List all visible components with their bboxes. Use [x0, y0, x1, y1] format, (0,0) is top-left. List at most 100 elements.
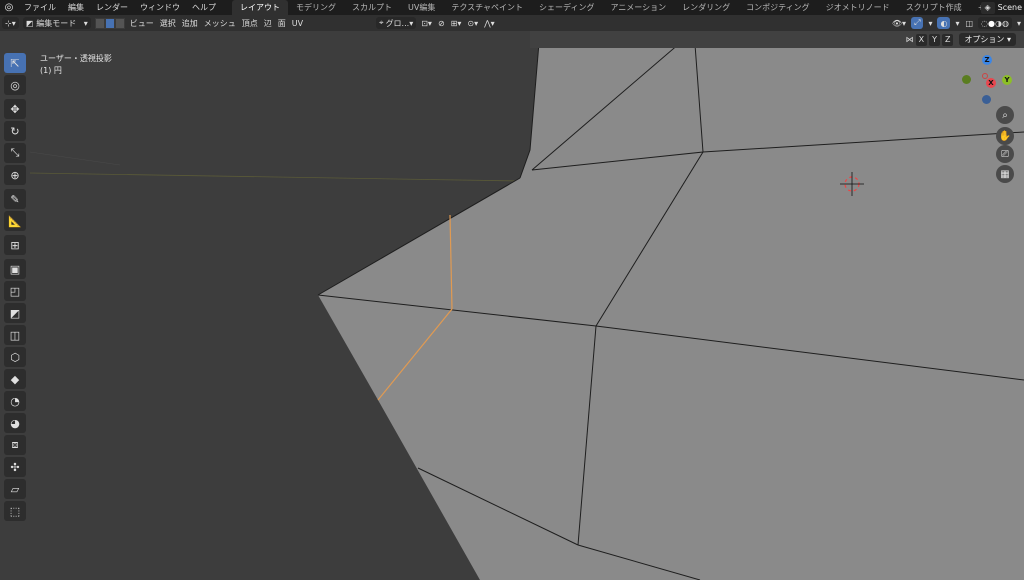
menu-uv[interactable]: UV: [289, 17, 306, 29]
menu-view[interactable]: ビュー: [127, 17, 157, 29]
menu-add[interactable]: 追加: [179, 17, 201, 29]
rip-region-tool-icon[interactable]: ⬚: [4, 501, 26, 521]
shading-buttons: ◌ ● ◑ ◍: [978, 17, 1012, 29]
axis-y-button[interactable]: Y: [929, 33, 940, 46]
move-tool-icon[interactable]: ✥: [4, 99, 26, 119]
vertex-select-button[interactable]: [94, 17, 105, 29]
gizmo-y-axis[interactable]: Y: [1002, 75, 1012, 85]
mesh-face[interactable]: [318, 31, 1024, 580]
perspective-toggle-icon[interactable]: ▦: [996, 165, 1014, 183]
3d-viewport[interactable]: [0, 31, 1024, 580]
chevron-down-icon[interactable]: ▾: [925, 17, 935, 29]
gizmo-toggle-button[interactable]: ⤢: [911, 17, 924, 29]
cursor-tool-icon[interactable]: ◎: [4, 75, 26, 95]
knife-tool-icon[interactable]: ⬡: [4, 347, 26, 367]
tab-geometry-nodes[interactable]: ジオメトリノード: [818, 0, 898, 15]
menu-file[interactable]: ファイル: [18, 0, 62, 15]
viewport-info: ユーザー・透視投影 (1) 円: [40, 53, 112, 77]
menu-edge[interactable]: 辺: [261, 17, 275, 29]
menu-select[interactable]: 選択: [157, 17, 179, 29]
rotate-tool-icon[interactable]: ↻: [4, 121, 26, 141]
tab-scripting[interactable]: スクリプト作成: [898, 0, 970, 15]
snap-target-button[interactable]: ⊞▾: [448, 17, 465, 29]
zoom-icon[interactable]: ⌕: [996, 106, 1014, 124]
edge-slide-tool-icon[interactable]: ⧈: [4, 435, 26, 455]
pivot-point-button[interactable]: ⊡▾: [418, 17, 435, 29]
scene-name: Scene: [997, 3, 1022, 12]
select-mode-group: [93, 17, 127, 29]
tab-animation[interactable]: アニメーション: [602, 0, 674, 15]
edit-mode-icon: ◩: [25, 18, 34, 28]
menu-help[interactable]: ヘルプ: [186, 0, 222, 15]
solid-shading-icon[interactable]: ●: [988, 19, 995, 28]
falloff-icon: ⋀▾: [484, 18, 495, 28]
add-cube-tool-icon[interactable]: ⊞: [4, 235, 26, 255]
proportional-edit-button[interactable]: ⊙▾: [464, 17, 481, 29]
select-box-tool-icon[interactable]: ⇱: [4, 53, 26, 73]
gizmo-z-axis[interactable]: Z: [982, 55, 992, 65]
shrink-fatten-tool-icon[interactable]: ✣: [4, 457, 26, 477]
shear-tool-icon[interactable]: ▱: [4, 479, 26, 499]
xray-toggle-button[interactable]: ◫: [962, 17, 976, 29]
menu-window[interactable]: ウィンドウ: [134, 0, 186, 15]
chevron-down-icon: ▾: [83, 18, 88, 28]
blender-logo-icon[interactable]: ◎: [0, 0, 18, 15]
tab-shading[interactable]: シェーディング: [531, 0, 602, 15]
menu-render[interactable]: レンダー: [90, 0, 134, 15]
rendered-shading-icon[interactable]: ◍: [1002, 19, 1009, 28]
visibility-button[interactable]: 👁▾: [889, 17, 909, 29]
editor-type-icon: ⊹▾: [5, 18, 16, 28]
menu-face[interactable]: 面: [275, 17, 289, 29]
gizmo-neg-z-axis[interactable]: [982, 95, 991, 104]
menu-edit[interactable]: 編集: [62, 0, 90, 15]
face-select-button[interactable]: [114, 17, 125, 29]
tab-modeling[interactable]: モデリング: [288, 0, 344, 15]
gizmo-x-axis[interactable]: X: [986, 78, 996, 88]
tab-uv-editing[interactable]: UV編集: [400, 0, 443, 15]
menu-mesh[interactable]: メッシュ: [201, 17, 239, 29]
axis-x-button[interactable]: X: [915, 33, 928, 46]
measure-tool-icon[interactable]: 📐: [4, 211, 26, 231]
edge-select-button[interactable]: [104, 17, 115, 29]
editor-type-button[interactable]: ⊹▾: [2, 17, 19, 29]
navigation-gizmo[interactable]: Z Y X: [958, 53, 1018, 113]
scene-selector[interactable]: ◈ Scene: [980, 0, 1024, 15]
transform-orientation-selector[interactable]: ⌖ グロ... ▾: [376, 17, 417, 29]
material-shading-icon[interactable]: ◑: [995, 19, 1002, 28]
smooth-tool-icon[interactable]: ◕: [4, 413, 26, 433]
options-button[interactable]: オプション ▾: [959, 33, 1016, 46]
tab-compositing[interactable]: コンポジティング: [738, 0, 818, 15]
overlays-toggle-button[interactable]: ◐: [937, 17, 951, 29]
grid-line: [29, 151, 121, 166]
chevron-down-icon[interactable]: ▾: [952, 17, 962, 29]
mirror-icon[interactable]: ⋈: [906, 35, 914, 44]
menu-vertex[interactable]: 頂点: [239, 17, 261, 29]
tab-sculpt[interactable]: スカルプト: [344, 0, 400, 15]
camera-view-icon[interactable]: ⎚: [996, 145, 1014, 163]
extrude-tool-icon[interactable]: ▣: [4, 259, 26, 279]
scale-tool-icon[interactable]: ⤡: [4, 143, 26, 163]
tab-texture-paint[interactable]: テクスチャペイント: [443, 0, 531, 15]
pivot-icon: ⊡▾: [421, 18, 432, 28]
mode-selector[interactable]: ◩ 編集モード ▾: [22, 17, 91, 29]
gizmo-neg-x-axis[interactable]: [962, 75, 971, 84]
pan-hand-icon[interactable]: ✋: [996, 127, 1014, 145]
transform-tool-icon[interactable]: ⊕: [4, 165, 26, 185]
axis-z-button[interactable]: Z: [941, 33, 954, 46]
spin-tool-icon[interactable]: ◔: [4, 391, 26, 411]
falloff-button[interactable]: ⋀▾: [481, 17, 498, 29]
wireframe-shading-icon[interactable]: ◌: [981, 19, 988, 28]
tab-layout[interactable]: レイアウト: [232, 0, 288, 15]
xray-icon: ◫: [965, 18, 974, 28]
gizmo-neg-y-axis[interactable]: [982, 73, 988, 79]
inset-tool-icon[interactable]: ◰: [4, 281, 26, 301]
mesh-view: [29, 31, 1024, 580]
poly-build-tool-icon[interactable]: ◆: [4, 369, 26, 389]
snap-button[interactable]: ⊘: [435, 17, 448, 29]
tab-rendering[interactable]: レンダリング: [674, 0, 738, 15]
magnet-icon: ⊘: [437, 18, 445, 28]
chevron-down-icon[interactable]: ▾: [1014, 17, 1024, 29]
bevel-tool-icon[interactable]: ◩: [4, 303, 26, 323]
loop-cut-tool-icon[interactable]: ◫: [4, 325, 26, 345]
annotate-tool-icon[interactable]: ✎: [4, 189, 26, 209]
